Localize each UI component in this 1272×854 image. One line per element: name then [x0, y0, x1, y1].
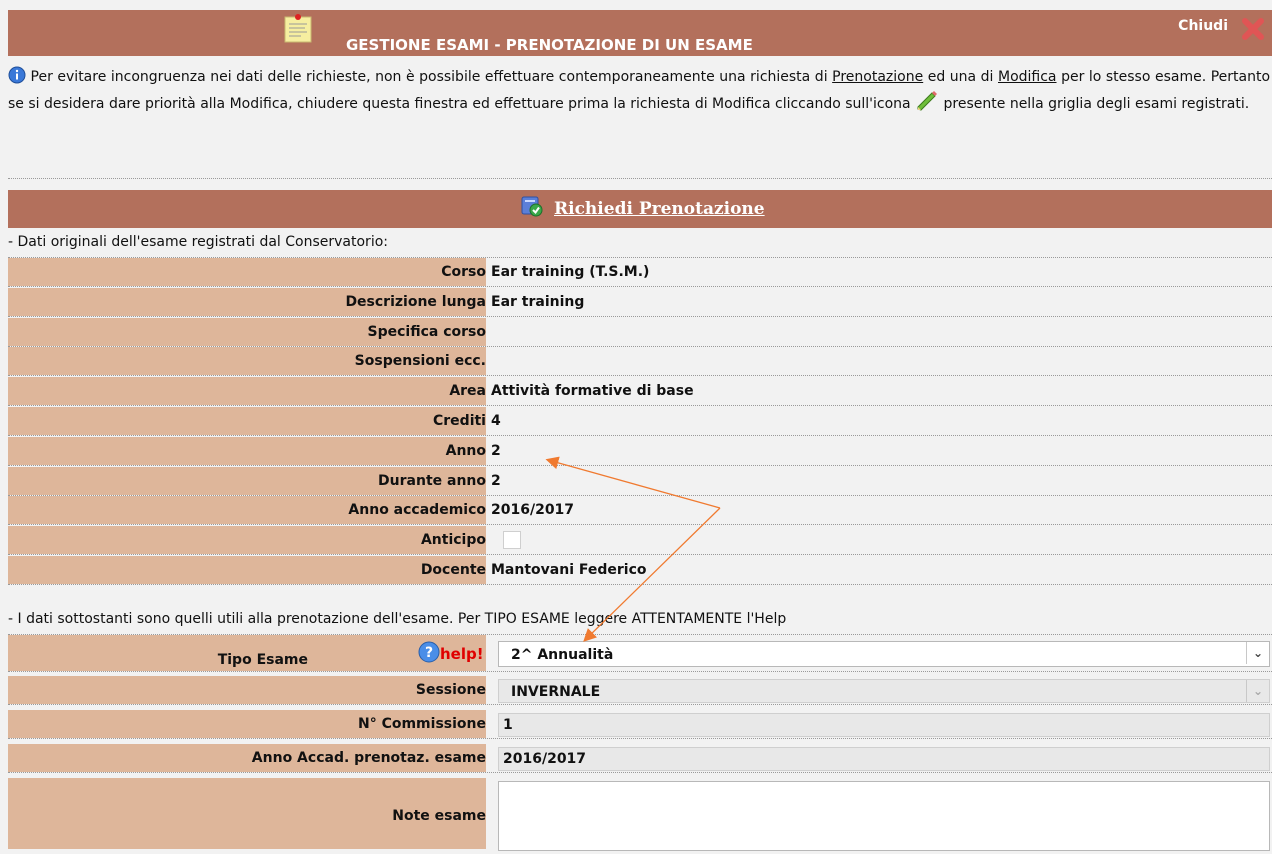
original-row-label: Sospensioni ecc. — [8, 347, 486, 375]
original-row-value — [491, 347, 1272, 375]
close-icon[interactable] — [1240, 16, 1266, 42]
note-textarea[interactable] — [498, 781, 1270, 851]
original-row-label: Specifica corso — [8, 318, 486, 346]
anno-prenotaz-field[interactable]: 2016/2017 — [498, 747, 1270, 771]
original-row-value — [491, 526, 1272, 554]
info-message: Per evitare incongruenza nei dati delle … — [8, 64, 1270, 117]
original-row: Durante anno 2 — [8, 467, 1272, 496]
original-row: Sospensioni ecc. — [8, 347, 1272, 376]
original-row: Anno 2 — [8, 437, 1272, 466]
original-row-value: Mantovani Federico — [491, 556, 1272, 584]
original-row-value: Ear training — [491, 288, 1272, 316]
commissione-field[interactable]: 1 — [498, 713, 1270, 737]
modifica-link[interactable]: Modifica — [998, 69, 1057, 85]
original-row: Docente Mantovani Federico — [8, 556, 1272, 585]
window-title: GESTIONE ESAMI - PRENOTAZIONE DI UN ESAM… — [346, 36, 753, 54]
original-row-label: Anticipo — [8, 526, 486, 554]
original-row-label: Crediti — [8, 407, 486, 435]
anno-prenotaz-row: Anno Accad. prenotaz. esame 2016/2017 — [8, 744, 1272, 773]
help-link[interactable]: help! — [440, 645, 484, 663]
svg-text:?: ? — [425, 645, 433, 661]
original-row-label: Docente — [8, 556, 486, 584]
original-row: Crediti 4 — [8, 407, 1272, 436]
booking-data-caption: - I dati sottostanti sono quelli utili a… — [8, 606, 1272, 635]
info-text-1: Per evitare incongruenza nei dati delle … — [26, 69, 833, 85]
original-row-value — [491, 318, 1272, 346]
note-row: Note esame — [8, 778, 1272, 851]
sessione-row: Sessione INVERNALE ⌄ — [8, 676, 1272, 705]
original-row-value: Ear training (T.S.M.) — [491, 258, 1272, 286]
original-row: Corso Ear training (T.S.M.) — [8, 258, 1272, 287]
original-row-label: Area — [8, 377, 486, 405]
anno-prenotaz-label: Anno Accad. prenotaz. esame — [8, 744, 486, 772]
original-row-value: 2016/2017 — [491, 496, 1272, 524]
info-text-4: presente nella griglia degli esami regis… — [939, 96, 1250, 112]
section-header: Richiedi Prenotazione — [8, 190, 1272, 228]
note-label: Note esame — [8, 778, 486, 849]
original-row-label: Anno accademico — [8, 496, 486, 524]
booking-check-icon — [521, 196, 543, 217]
tipo-esame-value: 2^ Annualità — [511, 647, 614, 663]
original-row: Anticipo — [8, 526, 1272, 555]
original-row-label: Durante anno — [8, 467, 486, 495]
close-button[interactable]: Chiudi — [1178, 18, 1228, 34]
help-icon[interactable]: ? — [418, 641, 440, 663]
sessione-select[interactable]: INVERNALE ⌄ — [498, 679, 1270, 703]
info-icon — [8, 66, 26, 84]
original-row-value: Attività formative di base — [491, 377, 1272, 405]
original-row: Descrizione lunga Ear training — [8, 288, 1272, 317]
divider — [8, 178, 1272, 179]
sticky-note-icon — [284, 14, 312, 43]
commissione-row: N° Commissione 1 — [8, 710, 1272, 739]
original-row-label: Descrizione lunga — [8, 288, 486, 316]
original-row-label: Corso — [8, 258, 486, 286]
richiedi-prenotazione-link[interactable]: Richiedi Prenotazione — [554, 199, 765, 219]
sessione-value: INVERNALE — [511, 684, 601, 700]
pencil-icon — [917, 91, 938, 111]
sessione-label: Sessione — [8, 676, 486, 704]
original-row-label: Anno — [8, 437, 486, 465]
chevron-down-icon: ⌄ — [1246, 680, 1269, 702]
window-titlebar: GESTIONE ESAMI - PRENOTAZIONE DI UN ESAM… — [8, 10, 1272, 56]
tipo-esame-row: Tipo Esame ? help! 2^ Annualità ⌄ — [8, 635, 1272, 672]
tipo-esame-select[interactable]: 2^ Annualità ⌄ — [498, 641, 1270, 667]
original-row-value: 2 — [491, 467, 1272, 495]
original-row-value: 4 — [491, 407, 1272, 435]
original-row-value: 2 — [491, 437, 1272, 465]
anticipo-checkbox[interactable] — [503, 531, 521, 549]
original-row: Specifica corso — [8, 318, 1272, 347]
original-data-caption: - Dati originali dell'esame registrati d… — [8, 229, 1272, 258]
original-row: Anno accademico 2016/2017 — [8, 496, 1272, 525]
original-row: Area Attività formative di base — [8, 377, 1272, 406]
chevron-down-icon[interactable]: ⌄ — [1246, 642, 1269, 664]
prenotazione-link[interactable]: Prenotazione — [832, 69, 923, 85]
info-text-2: ed una di — [923, 69, 998, 85]
commissione-label: N° Commissione — [8, 710, 486, 738]
